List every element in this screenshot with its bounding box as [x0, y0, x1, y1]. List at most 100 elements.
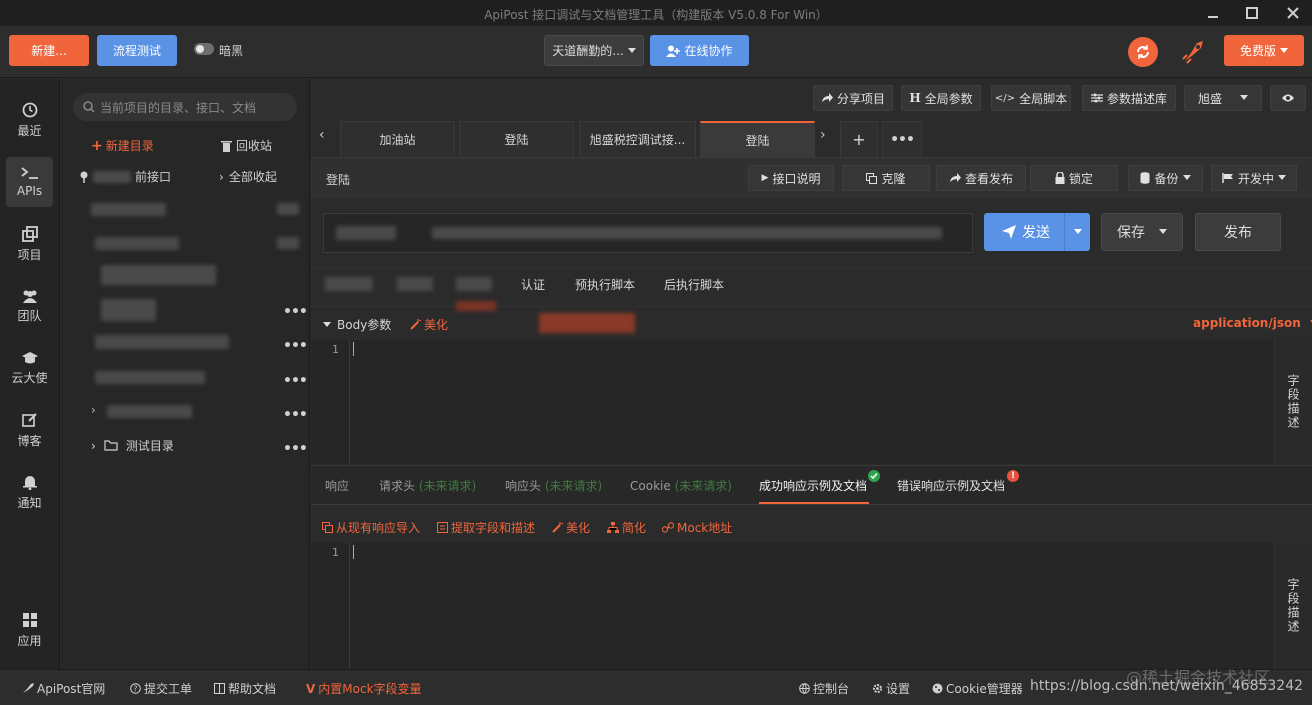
- dark-mode-toggle[interactable]: [194, 43, 214, 55]
- body-field-desc-toggle[interactable]: 字段描述: [1274, 340, 1312, 464]
- save-button[interactable]: 保存: [1101, 213, 1183, 251]
- nav-team[interactable]: 团队: [6, 281, 53, 331]
- tab-tax-debug[interactable]: 旭盛税控调试接...: [579, 121, 696, 157]
- clone-button[interactable]: 克隆: [842, 165, 930, 191]
- more-icon[interactable]: •••: [283, 304, 308, 320]
- import-from-response-button[interactable]: 从现有响应导入: [322, 519, 420, 536]
- maximize-button[interactable]: [1235, 0, 1269, 26]
- tab-login[interactable]: 登陆: [459, 121, 574, 157]
- extract-fields-button[interactable]: 提取字段和描述: [437, 519, 535, 536]
- tree-row-blurred[interactable]: [95, 371, 205, 384]
- tree-row-blurred[interactable]: [101, 265, 216, 285]
- more-icon[interactable]: •••: [283, 441, 308, 457]
- more-icon[interactable]: •••: [283, 338, 308, 354]
- response-beautify-button[interactable]: 美化: [552, 519, 590, 536]
- nav-projects[interactable]: 项目: [6, 219, 53, 269]
- nav-blog[interactable]: 博客: [6, 405, 53, 455]
- eye-toggle-button[interactable]: [1270, 85, 1306, 111]
- subtab-post-script[interactable]: 后执行脚本: [664, 276, 724, 293]
- subtab-blurred[interactable]: [397, 277, 433, 291]
- sync-button[interactable]: [1128, 37, 1158, 67]
- status-select[interactable]: 开发中: [1211, 165, 1297, 191]
- team-select[interactable]: 天道酬勤的...: [544, 35, 644, 66]
- method-select-blurred[interactable]: [336, 226, 396, 240]
- env-select[interactable]: 旭盛: [1184, 85, 1262, 111]
- view-publish-button[interactable]: 查看发布: [936, 165, 1026, 191]
- mascot-icon[interactable]: [1178, 36, 1210, 68]
- subtab-blurred[interactable]: [325, 277, 373, 291]
- tree-row-blurred[interactable]: [95, 237, 179, 250]
- resp-tab-success-example[interactable]: 成功响应示例及文档: [759, 477, 867, 494]
- resp-tab-cookie[interactable]: Cookie (未来请求): [630, 477, 732, 494]
- more-icon[interactable]: •••: [283, 373, 308, 389]
- tree-row-blurred[interactable]: [107, 405, 192, 418]
- lock-button[interactable]: 锁定: [1030, 165, 1118, 191]
- help-docs-link[interactable]: 帮助文档: [214, 680, 276, 697]
- nav-recent[interactable]: 最近: [6, 95, 53, 145]
- collab-button[interactable]: 在线协作: [650, 35, 749, 66]
- url-input[interactable]: [323, 213, 973, 253]
- flow-test-button[interactable]: 流程测试: [97, 35, 177, 66]
- nav-notifications[interactable]: 通知: [6, 467, 53, 517]
- free-plan-button[interactable]: 免费版: [1224, 35, 1304, 66]
- content-type-select[interactable]: application/json: [1193, 316, 1312, 330]
- subtab-auth[interactable]: 认证: [521, 276, 545, 293]
- send-icon: [1002, 225, 1016, 239]
- publish-button[interactable]: 发布: [1195, 213, 1281, 251]
- submit-ticket-link[interactable]: ? 提交工单: [130, 680, 192, 697]
- body-editor[interactable]: 1: [311, 340, 1274, 464]
- subtab-blurred[interactable]: [456, 277, 492, 291]
- send-button[interactable]: 发送: [984, 213, 1090, 251]
- chevron-down-icon: [1073, 229, 1082, 234]
- send-dropdown[interactable]: [1064, 213, 1090, 251]
- resp-tab-error-example[interactable]: 错误响应示例及文档: [897, 477, 1005, 494]
- share-project-button[interactable]: 分享项目: [813, 85, 893, 111]
- official-site-link[interactable]: ApiPost官网: [22, 680, 105, 697]
- api-doc-button[interactable]: ▶ 接口说明: [748, 165, 834, 191]
- console-button[interactable]: 控制台: [799, 680, 849, 697]
- tree-folder-test[interactable]: › 测试目录: [91, 437, 174, 454]
- response-field-desc-toggle[interactable]: 字段描述: [1274, 543, 1312, 669]
- param-lib-button[interactable]: 参数描述库: [1082, 85, 1176, 111]
- subtab-pre-script[interactable]: 预执行脚本: [575, 276, 635, 293]
- simplify-button[interactable]: 简化: [607, 519, 646, 536]
- backup-button[interactable]: 备份: [1128, 165, 1203, 191]
- more-icon[interactable]: •••: [283, 407, 308, 423]
- minimize-button[interactable]: [1196, 0, 1230, 26]
- tabs-scroll-right[interactable]: ›: [820, 127, 826, 143]
- tree-row-blurred[interactable]: [95, 335, 229, 349]
- response-editor[interactable]: 1: [311, 543, 1274, 669]
- tab-gas-station[interactable]: 加油站: [340, 121, 455, 157]
- resp-tab-req-headers[interactable]: 请求头 (未来请求): [379, 477, 476, 494]
- new-tab-button[interactable]: +: [840, 121, 878, 157]
- settings-button[interactable]: 设置: [872, 680, 910, 697]
- cookie-manager-button[interactable]: Cookie管理器: [932, 680, 1023, 697]
- resp-tab-response[interactable]: 响应: [325, 477, 349, 494]
- tab-login-active[interactable]: 登陆: [700, 121, 815, 157]
- chevron-right-icon[interactable]: ›: [91, 403, 96, 417]
- tab-more-button[interactable]: •••: [882, 121, 922, 157]
- v-icon: V: [306, 681, 316, 696]
- new-dir-button[interactable]: + 新建目录: [91, 137, 154, 154]
- nav-apis[interactable]: APIs: [6, 157, 53, 207]
- shared-apis-label: 前接口: [135, 170, 172, 184]
- tabs-scroll-left[interactable]: ‹: [319, 127, 325, 143]
- nav-apps[interactable]: 应用: [6, 605, 53, 655]
- tree-row-blurred[interactable]: [101, 299, 156, 321]
- mock-url-button[interactable]: Mock地址: [662, 519, 732, 536]
- shared-apis-filter[interactable]: 前接口: [79, 168, 171, 185]
- global-params-button[interactable]: H 全局参数: [901, 85, 981, 111]
- nav-ambassador[interactable]: 云大使: [6, 343, 53, 393]
- body-beautify-button[interactable]: 美化: [410, 316, 448, 333]
- mock-vars-link[interactable]: V 内置Mock字段变量: [306, 680, 422, 697]
- tree-row-blurred[interactable]: [91, 203, 166, 216]
- body-mode-blurred[interactable]: [539, 313, 635, 333]
- close-button[interactable]: [1276, 0, 1310, 26]
- recycle-bin-button[interactable]: 回收站: [221, 137, 272, 154]
- global-script-button[interactable]: </> 全局脚本: [991, 85, 1071, 111]
- collapse-all-button[interactable]: › 全部收起: [219, 168, 277, 185]
- tree-search-input[interactable]: 当前项目的目录、接口、文档: [73, 93, 297, 121]
- body-params-toggle[interactable]: Body参数: [323, 316, 391, 333]
- resp-tab-resp-headers[interactable]: 响应头 (未来请求): [505, 477, 602, 494]
- new-button[interactable]: 新建...: [9, 35, 89, 66]
